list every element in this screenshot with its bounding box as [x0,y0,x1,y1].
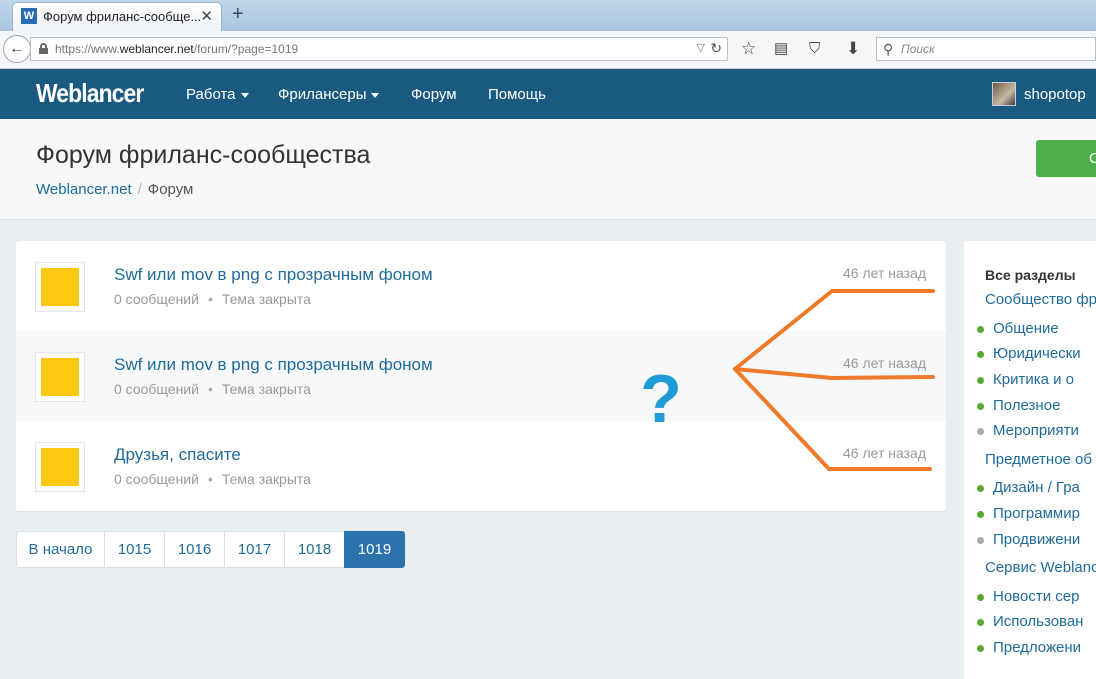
pagination: В начало 1015 1016 1017 1018 1019 [16,531,405,568]
url-prefix: https://www. [55,42,120,56]
topic-status: Тема закрыта [221,471,311,487]
reading-list-icon[interactable]: ▤ [774,39,788,59]
address-bar[interactable]: https://www.weblancer.net/forum/?page=10… [30,37,728,61]
topic-status: Тема закрыта [221,381,311,397]
nav-menu-freelancers[interactable]: Фрилансеры [278,86,380,103]
chevron-down-icon [371,92,380,98]
site-header: Weblancer Работа Фрилансеры Форум Помощь… [0,69,1096,119]
username[interactable]: shopotop [1024,86,1086,103]
topic-meta: 0 сообщений • Тема закрыта [114,291,311,307]
topic-meta: 0 сообщений • Тема закрыта [114,471,311,487]
sidebar-item[interactable]: Использован [976,613,1083,630]
page-title: Форум фриланс-сообщества [36,141,371,169]
sidebar-item[interactable]: Общение [977,320,1059,337]
sidebar-item[interactable]: Мероприяти [977,422,1079,439]
sidebar-section-subject[interactable]: Предметное об [985,451,1092,468]
topic-row: Друзья, спасите 0 сообщений • Тема закрыта… [16,421,946,511]
pagination-current-page[interactable]: 1019 [344,531,405,568]
sidebar-section-service[interactable]: Сервис Weblanc [985,559,1096,576]
chevron-down-icon [240,92,249,98]
nav-menu-forum[interactable]: Форум [411,86,457,103]
avatar[interactable] [992,82,1016,106]
sidebar-item[interactable]: Предложени [976,639,1081,656]
nav-menu-help[interactable]: Помощь [488,86,546,103]
browser-navigation-bar: ← https://www.weblancer.net/forum/?page=… [0,31,1096,69]
back-button[interactable]: ← [3,35,31,63]
sidebar-item[interactable]: Юридически [977,345,1081,362]
pagination-page[interactable]: 1016 [164,531,225,568]
breadcrumb-separator: / [137,181,142,198]
url-dropdown-icon[interactable]: ▽ [697,41,705,54]
sidebar-section-community[interactable]: Сообщество фри [985,291,1096,308]
sidebar-heading[interactable]: Все разделы [985,267,1076,283]
tab-title: Форум фриланс-сообще... [43,9,202,24]
sidebar-item[interactable]: Новости сер [976,588,1079,605]
meta-separator: • [207,471,213,487]
sidebar-item[interactable]: Продвижени [976,531,1080,548]
create-topic-button[interactable]: С [1036,140,1096,177]
topic-replies: 0 сообщений [114,381,199,397]
breadcrumb: Weblancer.net / Форум [36,181,193,198]
page-header: Форум фриланс-сообщества Weblancer.net / Ф… [0,119,1096,220]
reload-icon[interactable]: ↻ [710,40,722,57]
nav-menu-label: Работа [186,86,236,103]
topic-row: Swf или mov в png с прозрачным фоном 0 с… [16,241,946,331]
url-domain: weblancer.net [119,42,194,56]
topic-time: 46 лет назад [843,355,926,371]
nav-menu-label: Фрилансеры [278,86,367,103]
breadcrumb-current: Форум [147,181,194,198]
new-tab-button[interactable]: + [232,4,244,24]
pagination-page[interactable]: 1015 [104,531,165,568]
sidebar-item[interactable]: Программир [977,505,1080,522]
site-logo[interactable]: Weblancer [36,78,144,109]
nav-menu-jobs[interactable]: Работа [186,86,249,103]
weblancer-favicon-icon: W [21,8,37,24]
topic-list: Swf или mov в png с прозрачным фоном 0 с… [16,241,946,511]
browser-tab-strip: W Форум фриланс-сообще... ✕ + [0,0,1096,31]
breadcrumb-home-link[interactable]: Weblancer.net [36,181,132,198]
browser-tab[interactable]: W Форум фриланс-сообще... ✕ [12,2,222,31]
search-icon: ⚲ [883,41,894,57]
topic-title-link[interactable]: Друзья, спасите [114,445,241,465]
download-icon[interactable]: ⬇ [846,39,860,59]
search-placeholder: Поиск [901,42,935,56]
topic-status: Тема закрыта [221,291,311,307]
lock-icon [39,43,48,54]
sidebar-item[interactable]: Полезное [976,397,1060,414]
topic-thumbnail[interactable] [35,352,85,402]
url-text: https://www.weblancer.net/forum/?page=10… [55,42,298,56]
sidebar-item[interactable]: Критика и о [977,371,1074,388]
pagination-page[interactable]: 1017 [224,531,285,568]
meta-separator: • [207,381,213,397]
pagination-first[interactable]: В начало [16,531,105,568]
topic-thumbnail[interactable] [35,262,85,312]
pagination-page[interactable]: 1018 [284,531,345,568]
browser-search-input[interactable]: ⚲ Поиск [876,37,1096,61]
topic-thumbnail[interactable] [35,442,85,492]
topic-meta: 0 сообщений • Тема закрыта [114,381,311,397]
topic-time: 46 лет назад [843,265,926,281]
meta-separator: • [207,291,213,307]
back-arrow-icon: ← [9,40,25,57]
tab-close-icon[interactable]: ✕ [200,7,213,25]
topic-replies: 0 сообщений [114,291,199,307]
sidebar-item[interactable]: Дизайн / Гра [977,479,1080,496]
topic-time: 46 лет назад [843,445,926,461]
star-icon[interactable]: ☆ [741,39,756,59]
topic-title-link[interactable]: Swf или mov в png с прозрачным фоном [114,265,433,285]
forum-sections-sidebar: Все разделы Сообщество фри Общение Юриди… [964,241,1096,679]
url-path: /forum/?page=1019 [193,42,299,56]
topic-title-link[interactable]: Swf или mov в png с прозрачным фоном [114,355,433,375]
topic-row: Swf или mov в png с прозрачным фоном 0 с… [16,331,946,421]
topic-replies: 0 сообщений [114,471,199,487]
pocket-icon[interactable]: ⛉ [809,39,820,59]
